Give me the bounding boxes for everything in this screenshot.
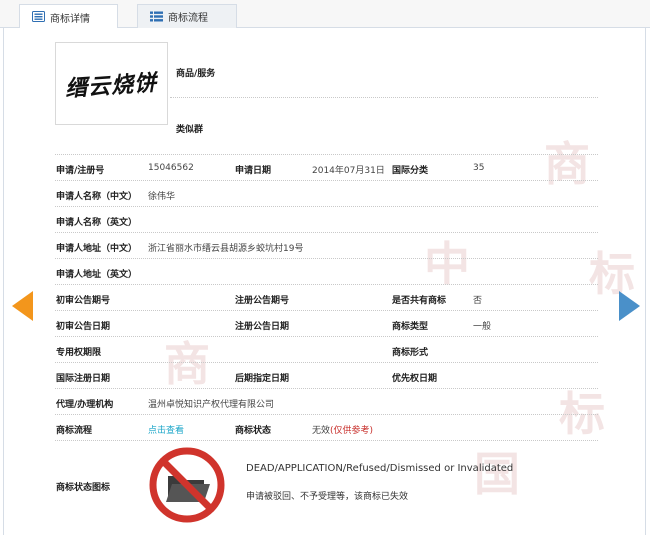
divider — [55, 284, 598, 285]
trademark-logo-text: 缙云烧饼 — [64, 69, 159, 102]
mark-type-label: 商标类型 — [392, 322, 429, 332]
tab-label: 商标详情 — [50, 13, 90, 25]
divider — [55, 388, 598, 389]
tab-trademark-process[interactable]: 商标流程 — [137, 4, 237, 28]
process-label: 商标流程 — [56, 426, 93, 436]
divider — [170, 97, 598, 98]
intl-reg-date-label: 国际注册日期 — [56, 374, 111, 384]
applicant-cn-value: 徐伟华 — [148, 192, 176, 202]
address-cn-value: 浙江省丽水市缙云县胡源乡蛟坑村19号 — [148, 244, 304, 254]
later-designation-label: 后期指定日期 — [235, 374, 290, 384]
divider — [55, 154, 598, 155]
reg-pub-no-label: 注册公告期号 — [235, 296, 290, 306]
prelim-pub-no-label: 初审公告期号 — [56, 296, 111, 306]
tab-label: 商标流程 — [168, 13, 208, 24]
similar-group-label: 类似群 — [176, 125, 204, 135]
prelim-pub-date-label: 初审公告日期 — [56, 322, 111, 332]
divider — [55, 180, 598, 181]
exclusive-period-label: 专用权期限 — [56, 348, 102, 358]
divider — [55, 310, 598, 311]
app-date-label: 申请日期 — [235, 166, 272, 176]
status-note: (仅供参考) — [330, 426, 374, 436]
dead-folder-icon — [149, 447, 225, 523]
address-cn-label: 申请人地址（中文） — [56, 244, 138, 254]
status-value: 无效(仅供参考) — [312, 423, 373, 436]
mark-form-label: 商标形式 — [392, 348, 429, 358]
intl-class-label: 国际分类 — [392, 166, 429, 176]
arrow-right-icon[interactable] — [619, 291, 640, 321]
reg-pub-date-label: 注册公告日期 — [235, 322, 290, 332]
divider — [55, 414, 598, 415]
priority-date-label: 优先权日期 — [392, 374, 438, 384]
status-description-en: DEAD/APPLICATION/Refused/Dismissed or In… — [246, 463, 514, 474]
status-text: 无效 — [312, 426, 331, 436]
divider — [55, 362, 598, 363]
intl-class-value: 35 — [473, 163, 485, 173]
status-icon-label: 商标状态图标 — [56, 483, 111, 493]
applicant-cn-label: 申请人名称（中文） — [56, 192, 138, 202]
arrow-left-icon[interactable] — [12, 291, 33, 321]
divider — [55, 232, 598, 233]
watermark: 商 — [164, 337, 210, 391]
watermark: 商 — [544, 137, 590, 191]
divider — [55, 258, 598, 259]
trademark-image: 缙云烧饼 — [55, 42, 168, 125]
agency-value: 温州卓悦知识产权代理有限公司 — [148, 400, 275, 410]
card-list-icon — [32, 11, 45, 22]
view-process-link[interactable]: 点击查看 — [148, 423, 184, 436]
tab-bar: 商标详情 商标流程 — [0, 0, 650, 29]
divider — [55, 336, 598, 337]
status-label: 商标状态 — [235, 426, 272, 436]
address-en-label: 申请人地址（英文） — [56, 270, 138, 280]
divider — [55, 206, 598, 207]
tab-trademark-details[interactable]: 商标详情 — [19, 4, 118, 29]
app-date-value: 2014年07月31日 — [312, 166, 385, 176]
shared-value: 否 — [473, 296, 483, 306]
app-reg-no-value: 15046562 — [148, 163, 194, 173]
divider — [55, 440, 598, 441]
mark-type-value: 一般 — [473, 322, 492, 332]
agency-label: 代理/办理机构 — [56, 400, 114, 410]
status-description-cn: 申请被驳回、不予受理等，该商标已失效 — [246, 492, 409, 502]
app-reg-no-label: 申请/注册号 — [56, 166, 105, 176]
shared-label: 是否共有商标 — [392, 296, 447, 306]
applicant-en-label: 申请人名称（英文） — [56, 218, 138, 228]
bullet-list-icon — [150, 11, 163, 22]
goods-services-label: 商品/服务 — [176, 69, 216, 79]
